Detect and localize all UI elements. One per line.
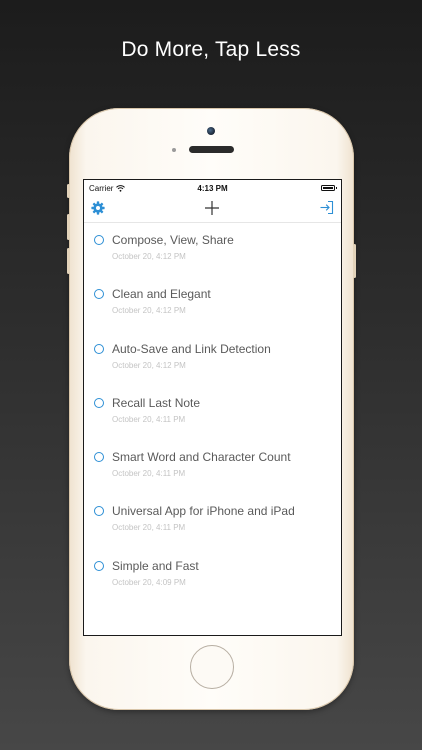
note-title: Compose, View, Share [112,233,234,247]
circle-icon [94,289,104,300]
gear-icon[interactable] [91,201,105,215]
list-item[interactable]: Smart Word and Character Count October 2… [84,447,341,501]
list-item[interactable]: Auto-Save and Link Detection October 20,… [84,339,341,393]
volume-up-button [67,214,70,240]
front-camera [207,127,215,135]
list-item[interactable]: Clean and Elegant October 20, 4:12 PM [84,284,341,338]
circle-icon [94,452,104,463]
status-bar: Carrier 4:13 PM [84,180,341,196]
note-date: October 20, 4:11 PM [112,414,186,424]
circle-icon [94,235,104,245]
circle-icon [94,343,104,354]
list-item[interactable]: Compose, View, Share October 20, 4:12 PM [84,230,341,284]
note-title: Universal App for iPhone and iPad [112,504,295,519]
sign-in-icon[interactable] [319,200,334,215]
app-toolbar [84,196,341,223]
home-button[interactable] [190,645,234,689]
proximity-sensor [172,148,176,152]
circle-icon [94,397,104,408]
plus-icon[interactable] [204,200,220,216]
note-date: October 20, 4:11 PM [112,523,186,533]
note-title: Clean and Elegant [112,287,211,302]
iphone-device-frame: Carrier 4:13 PM Compose, View, Share Oct… [67,108,356,710]
app-screen: Carrier 4:13 PM Compose, View, Share Oct… [83,179,342,636]
notes-list: Compose, View, Share October 20, 4:12 PM… [84,230,341,610]
earpiece-speaker [189,146,234,153]
note-date: October 20, 4:12 PM [112,360,186,370]
note-title: Auto-Save and Link Detection [112,341,271,356]
list-item[interactable]: Simple and Fast October 20, 4:09 PM [84,556,341,610]
power-button [353,244,356,278]
note-date: October 20, 4:09 PM [112,577,186,587]
battery-icon [321,185,337,191]
list-item[interactable]: Recall Last Note October 20, 4:11 PM [84,393,341,447]
circle-icon [94,560,104,571]
note-title: Simple and Fast [112,558,199,573]
circle-icon [94,506,104,517]
volume-down-button [67,248,70,274]
note-title: Smart Word and Character Count [112,450,291,465]
status-time: 4:13 PM [197,184,228,193]
note-date: October 20, 4:12 PM [112,306,186,316]
list-item[interactable]: Universal App for iPhone and iPad Octobe… [84,501,341,555]
promo-headline: Do More, Tap Less [121,38,301,61]
note-title: Recall Last Note [112,395,201,410]
note-date: October 20, 4:12 PM [112,252,186,261]
mute-switch [67,184,70,198]
note-date: October 20, 4:11 PM [112,469,186,479]
